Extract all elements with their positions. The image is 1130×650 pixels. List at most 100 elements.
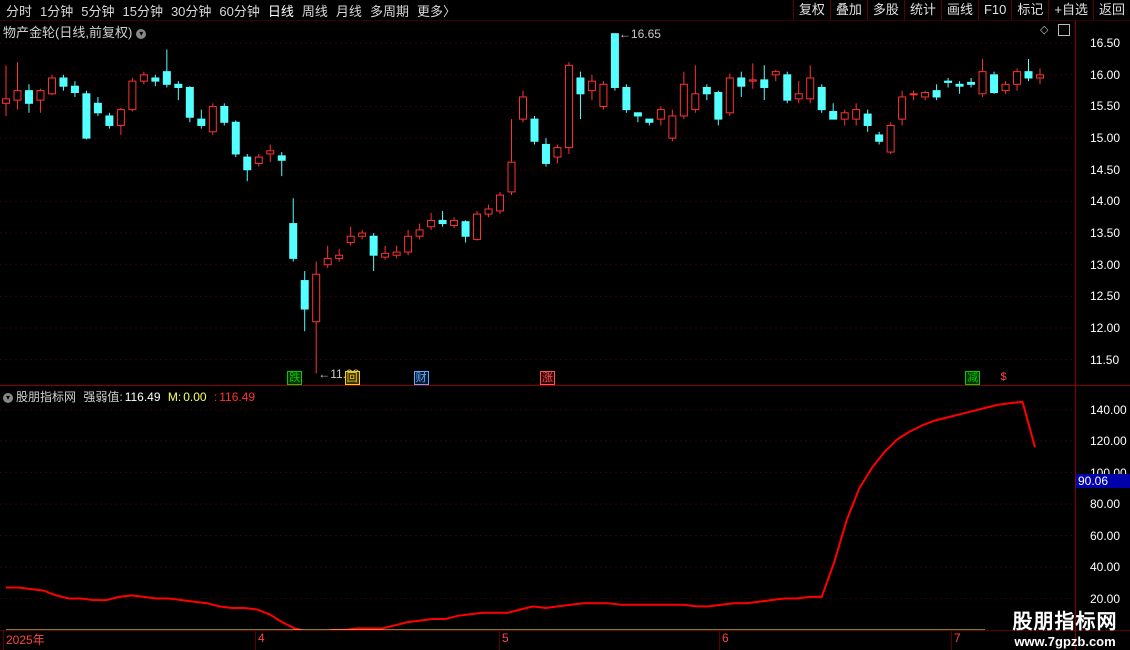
- candle: [82, 90, 91, 140]
- candle: [197, 109, 206, 129]
- candle: [484, 204, 493, 218]
- candle: [36, 88, 45, 113]
- candle: [725, 73, 734, 116]
- price-tick-9: 12.00: [1090, 321, 1121, 336]
- toolbar-action-6[interactable]: 标记: [1011, 0, 1048, 20]
- candle: [783, 71, 792, 104]
- price-tick-4: 14.50: [1090, 162, 1121, 177]
- candle: [1013, 68, 1022, 91]
- candle: [691, 65, 700, 113]
- candle: [335, 248, 344, 262]
- toolbar-action-7[interactable]: +自选: [1048, 0, 1093, 20]
- candle: [243, 153, 252, 182]
- event-badge-4[interactable]: 减: [965, 371, 981, 385]
- candle: [473, 210, 482, 241]
- candle: [185, 86, 194, 123]
- candle: [645, 118, 654, 126]
- period-tab-0[interactable]: 分时: [2, 1, 36, 20]
- indicator-tick-4: 60.00: [1090, 528, 1121, 543]
- candle: [105, 112, 114, 129]
- date-tick: [951, 630, 952, 650]
- candle: [633, 112, 642, 123]
- candle: [392, 245, 401, 259]
- candle: [13, 62, 22, 110]
- period-tab-5[interactable]: 60分钟: [215, 1, 263, 20]
- candle: [300, 271, 309, 332]
- toolbar: 分时 1分钟 5分钟 15分钟 30分钟 60分钟 日线 周线 月线 多周期 更多〉 复权 叠加 多股统…: [0, 0, 1130, 21]
- indicator-tick-3: 80.00: [1090, 497, 1121, 512]
- candle: [714, 90, 723, 126]
- candle: [358, 229, 367, 240]
- candle: [24, 84, 33, 113]
- candle: [507, 119, 516, 196]
- period-tab-3[interactable]: 15分钟: [118, 1, 166, 20]
- candle: [840, 109, 849, 126]
- date-label-1: 4: [258, 631, 265, 645]
- event-badge-3[interactable]: 涨: [539, 371, 555, 385]
- candle: [702, 84, 711, 101]
- candle: [93, 96, 102, 116]
- period-tab-7[interactable]: 周线: [298, 1, 332, 20]
- event-badge-1[interactable]: 回: [344, 371, 360, 385]
- candle: [679, 71, 688, 120]
- candle: [312, 261, 321, 374]
- period-tab-8[interactable]: 月线: [332, 1, 366, 20]
- high-arrow: ←: [618, 26, 631, 41]
- event-badge-5[interactable]: $: [999, 371, 1008, 383]
- candle: [967, 77, 976, 88]
- price-tick-5: 14.00: [1090, 194, 1121, 209]
- period-tab-10[interactable]: 更多: [413, 1, 447, 20]
- candle: [909, 90, 918, 101]
- high-price-value: 16.65: [630, 26, 661, 41]
- date-tick: [719, 630, 720, 650]
- candle: [829, 103, 838, 120]
- candle: [599, 81, 608, 110]
- candle: [886, 122, 895, 154]
- candle: [70, 81, 79, 97]
- date-tick: [3, 630, 4, 650]
- period-tab-6[interactable]: 日线: [264, 1, 298, 20]
- candle: [404, 229, 413, 256]
- toolbar-action-0[interactable]: 复权: [792, 0, 830, 20]
- toolbar-action-3[interactable]: 统计: [903, 0, 941, 20]
- candle: [541, 138, 550, 167]
- candle: [47, 74, 56, 96]
- candle: [898, 90, 907, 126]
- toolbar-action-5[interactable]: F10: [977, 0, 1011, 20]
- price-tick-0: 16.50: [1090, 36, 1121, 51]
- period-tab-1[interactable]: 1分钟: [36, 1, 77, 20]
- toolbar-action-4[interactable]: 画线: [940, 0, 978, 20]
- watermark-url: www.7gpzb.com: [1014, 634, 1116, 649]
- candle: [450, 217, 459, 229]
- candle: [139, 71, 148, 85]
- candle: [415, 223, 424, 240]
- toolbar-action-8[interactable]: 返回: [1092, 0, 1130, 20]
- candle: [231, 120, 240, 158]
- toolbar-action-2[interactable]: 多股: [866, 0, 904, 20]
- candle: [530, 115, 539, 145]
- candle: [737, 71, 746, 97]
- event-badge-2[interactable]: 财: [413, 371, 429, 385]
- date-label-3: 6: [722, 631, 729, 645]
- date-tick: [255, 630, 256, 650]
- candle: [587, 74, 596, 101]
- candle: [1024, 58, 1033, 82]
- candle: [174, 81, 183, 101]
- price-tick-1: 16.00: [1090, 67, 1121, 82]
- current-value-marker: 90.06: [1076, 474, 1130, 488]
- indicator-chart: [0, 400, 1075, 630]
- event-badge-0[interactable]: 跌: [287, 371, 303, 385]
- candle: [151, 74, 160, 87]
- candle: [771, 69, 780, 82]
- candle: [863, 109, 872, 132]
- period-tab-4[interactable]: 30分钟: [167, 1, 215, 20]
- candle: [748, 63, 757, 89]
- toolbar-action-1[interactable]: 叠加: [829, 0, 867, 20]
- watermark: 股朋指标网 www.7gpzb.com: [1005, 605, 1125, 649]
- candle: [162, 49, 171, 88]
- period-tab-2[interactable]: 5分钟: [77, 1, 118, 20]
- period-tab-9[interactable]: 多周期: [366, 1, 413, 20]
- candle: [116, 107, 125, 135]
- more-arrow-icon[interactable]: 〉: [443, 1, 456, 20]
- price-chart: [0, 33, 1075, 374]
